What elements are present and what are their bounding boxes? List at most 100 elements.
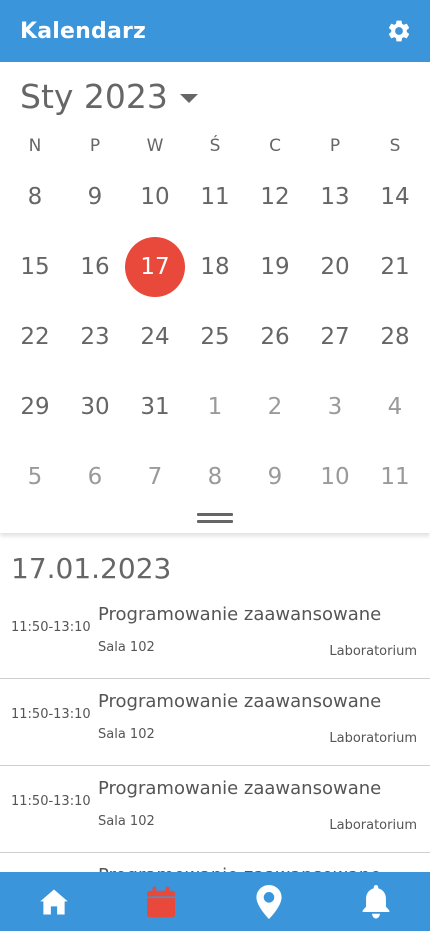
chevron-down-icon: [179, 93, 198, 103]
calendar-day-number: 10: [320, 464, 350, 490]
calendar-week-row: 29 30 31 1 2 3 4: [5, 372, 425, 442]
calendar-day[interactable]: 19: [245, 237, 305, 297]
event-item[interactable]: 11:50-13:10 Programowanie zaawansowane Sal…: [0, 592, 430, 679]
calendar-day[interactable]: 18: [185, 237, 245, 297]
calendar-day[interactable]: 13: [305, 167, 365, 227]
event-type: Laboratorium: [329, 818, 417, 833]
calendar-day[interactable]: 6: [65, 447, 125, 507]
calendar-day-number: 17: [125, 237, 185, 297]
calendar-day-number: 29: [20, 394, 50, 420]
event-title: Programowanie zaawansowane: [98, 691, 382, 712]
calendar-day[interactable]: 14: [365, 167, 425, 227]
calendar-day-number: 30: [80, 394, 110, 420]
event-list: 11:50-13:10 Programowanie zaawansowane Sal…: [0, 592, 430, 872]
calendar-day-number: 20: [320, 254, 350, 280]
calendar-day[interactable]: 24: [125, 307, 185, 367]
weekday-label: Ś: [209, 136, 221, 156]
weekday-label: S: [389, 136, 401, 156]
event-item[interactable]: Programowanie zaawansowane: [0, 853, 430, 872]
calendar-day-number: 28: [380, 324, 410, 350]
drag-bar: [0, 505, 430, 533]
calendar-day[interactable]: 25: [185, 307, 245, 367]
calendar-day[interactable]: 26: [245, 307, 305, 367]
calendar-day-number: 9: [87, 184, 103, 210]
calendar-day[interactable]: 12: [245, 167, 305, 227]
home-icon: [40, 889, 68, 914]
calendar-day-number: 1: [207, 394, 223, 420]
event-item[interactable]: 11:50-13:10 Programowanie zaawansowane Sal…: [0, 679, 430, 766]
calendar-day[interactable]: 28: [365, 307, 425, 367]
calendar-day-number: 26: [260, 324, 290, 350]
weekday-label: P: [329, 136, 341, 156]
event-item[interactable]: 11:50-13:10 Programowanie zaawansowane Sal…: [0, 766, 430, 853]
calendar-day[interactable]: 7: [125, 447, 185, 507]
calendar-day-number: 2: [267, 394, 283, 420]
calendar-week-row: 5 6 7 8 9 10 11: [5, 442, 425, 512]
event-room: Sala 102: [98, 727, 155, 742]
calendar-day[interactable]: 31: [125, 377, 185, 437]
bell-icon: [362, 884, 390, 918]
calendar-day-number: 23: [80, 324, 110, 350]
calendar-day[interactable]: 3: [305, 377, 365, 437]
calendar-day[interactable]: 4: [365, 377, 425, 437]
calendar-day[interactable]: 27: [305, 307, 365, 367]
calendar-day-number: 11: [200, 184, 230, 210]
bottom-navigation: [0, 872, 430, 931]
nav-calendar[interactable]: [131, 872, 191, 931]
calendar-day[interactable]: 16: [65, 237, 125, 297]
event-type: Laboratorium: [329, 731, 417, 746]
calendar-day-number: 21: [380, 254, 410, 280]
calendar-day[interactable]: 30: [65, 377, 125, 437]
calendar-day[interactable]: 11: [185, 167, 245, 227]
month-selector[interactable]: Sty 2023: [20, 76, 198, 116]
calendar-day-number: 25: [200, 324, 230, 350]
calendar-day[interactable]: 10: [125, 167, 185, 227]
calendar-day-number: 31: [140, 394, 170, 420]
calendar-day[interactable]: 22: [5, 307, 65, 367]
drag-handle-icon[interactable]: [197, 513, 233, 523]
event-title: Programowanie zaawansowane: [98, 778, 382, 799]
selected-date-heading: 17.01.2023: [11, 552, 172, 585]
calendar-day-number: 8: [207, 464, 223, 490]
weekday-label: P: [89, 136, 101, 156]
map-pin-icon: [256, 884, 282, 919]
gear-icon[interactable]: [386, 18, 412, 44]
calendar-day[interactable]: 5: [5, 447, 65, 507]
calendar-day-number: 22: [20, 324, 50, 350]
calendar-day[interactable]: 20: [305, 237, 365, 297]
event-room: Sala 102: [98, 640, 155, 655]
calendar-day-number: 19: [260, 254, 290, 280]
event-time: 11:50-13:10: [11, 620, 91, 635]
event-title: Programowanie zaawansowane: [98, 865, 381, 872]
calendar-week-row: 15 16 17 18 19 20 21: [5, 232, 425, 302]
calendar-grid: N P W Ś C P S 8 9 10 11 12 13 14 15 16 17 18 19 20 21…: [5, 130, 425, 512]
calendar-day-number: 11: [380, 464, 410, 490]
nav-map[interactable]: [239, 872, 299, 931]
calendar-day-number: 9: [267, 464, 283, 490]
calendar-day[interactable]: 8: [5, 167, 65, 227]
calendar-day[interactable]: 15: [5, 237, 65, 297]
calendar-day-selected[interactable]: 17: [125, 237, 185, 297]
calendar-day-number: 12: [260, 184, 290, 210]
calendar-day[interactable]: 10: [305, 447, 365, 507]
calendar-day-number: 16: [80, 254, 110, 280]
calendar-day-number: 5: [27, 464, 43, 490]
weekday-header: N P W Ś C P S: [5, 130, 425, 162]
calendar-day-number: 10: [140, 184, 170, 210]
calendar-day-number: 14: [380, 184, 410, 210]
weekday-label: W: [146, 136, 164, 156]
calendar-day[interactable]: 23: [65, 307, 125, 367]
calendar-weeks: 8 9 10 11 12 13 14 15 16 17 18 19 20 21 22 23 24 25 26 27 28…: [5, 162, 425, 512]
nav-home[interactable]: [24, 872, 84, 931]
calendar-day[interactable]: 21: [365, 237, 425, 297]
calendar-day[interactable]: 1: [185, 377, 245, 437]
weekday-label: C: [269, 136, 281, 156]
calendar-day[interactable]: 8: [185, 447, 245, 507]
calendar-day[interactable]: 11: [365, 447, 425, 507]
calendar-day[interactable]: 29: [5, 377, 65, 437]
calendar-week-row: 22 23 24 25 26 27 28: [5, 302, 425, 372]
calendar-day[interactable]: 2: [245, 377, 305, 437]
nav-notifications[interactable]: [346, 872, 406, 931]
calendar-day[interactable]: 9: [65, 167, 125, 227]
calendar-day[interactable]: 9: [245, 447, 305, 507]
